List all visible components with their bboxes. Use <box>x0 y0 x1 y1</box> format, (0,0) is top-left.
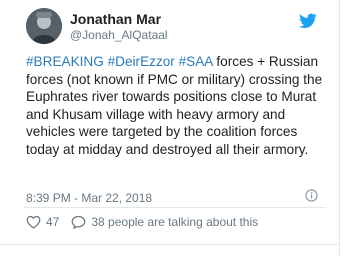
hashtag-deirezzor[interactable]: #DeirEzzor <box>108 54 175 69</box>
hashtag-breaking[interactable]: #BREAKING <box>26 54 104 69</box>
author-display-name[interactable]: Jonathan Mar <box>70 11 161 27</box>
tweet-timestamp[interactable]: 8:39 PM - Mar 22, 2018 <box>26 191 152 205</box>
avatar-image <box>26 8 62 44</box>
divider <box>24 207 326 208</box>
reply-count-text: 38 people are talking about this <box>91 215 259 229</box>
tweet-text: #BREAKING #DeirEzzor #SAA forces + Russi… <box>26 53 326 159</box>
avatar[interactable] <box>26 8 62 44</box>
reply-action[interactable]: 38 people are talking about this <box>71 215 258 229</box>
info-icon[interactable] <box>305 189 318 202</box>
hashtag-saa[interactable]: #SAA <box>179 54 213 69</box>
tweet-actions: 47 38 people are talking about this <box>26 215 258 229</box>
like-count: 47 <box>46 215 60 229</box>
speech-bubble-icon <box>71 215 86 229</box>
tweet-card: Jonathan Mar @Jonah_AlQataal #BREAKING #… <box>0 0 340 256</box>
heart-icon <box>26 215 41 229</box>
author-handle[interactable]: @Jonah_AlQataal <box>70 28 168 42</box>
like-action[interactable]: 47 <box>26 215 59 229</box>
twitter-bird-icon[interactable] <box>299 13 317 29</box>
tweet-body: forces + Russian forces (not known if PM… <box>26 54 323 157</box>
card-bottom-border <box>0 244 340 245</box>
